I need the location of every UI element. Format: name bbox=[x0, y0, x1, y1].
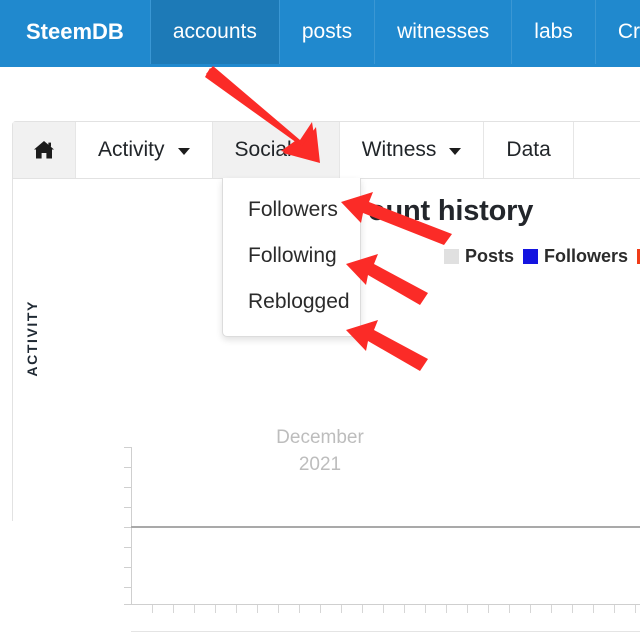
dropdown-item-following-label: Following bbox=[248, 244, 337, 267]
legend-entry-posts[interactable]: Posts bbox=[444, 246, 514, 267]
chevron-down-icon bbox=[304, 148, 317, 155]
legend-entry-followers[interactable]: Followers bbox=[523, 246, 628, 267]
chevron-down-icon bbox=[449, 148, 462, 155]
legend-swatch-followers bbox=[523, 249, 539, 264]
chart-zero-line bbox=[131, 526, 640, 528]
tab-witness[interactable]: Witness bbox=[339, 122, 485, 178]
social-dropdown-menu: Followers Following Reblogged bbox=[222, 178, 361, 337]
nav-item-accounts-label: accounts bbox=[172, 20, 257, 43]
dropdown-item-reblogged-label: Reblogged bbox=[248, 290, 350, 313]
x-axis-tick bbox=[551, 605, 552, 613]
y-axis-tick bbox=[124, 527, 131, 528]
x-axis-tick bbox=[404, 605, 405, 613]
nav-item-witnesses-label: witnesses bbox=[397, 20, 490, 43]
tab-witness-label: Witness bbox=[361, 138, 437, 161]
x-axis-tick bbox=[635, 605, 636, 613]
legend-label-posts: Posts bbox=[465, 246, 515, 266]
chart-legend: Posts Followers bbox=[444, 246, 640, 267]
y-axis-tick bbox=[124, 604, 131, 605]
y-axis-tick bbox=[124, 567, 131, 568]
nav-item-posts[interactable]: posts bbox=[280, 0, 376, 64]
tab-social[interactable]: Social bbox=[212, 122, 340, 178]
x-axis-tick bbox=[425, 605, 426, 613]
x-axis-tick bbox=[446, 605, 447, 613]
x-axis-tick bbox=[572, 605, 573, 613]
x-axis-tick bbox=[530, 605, 531, 613]
tab-data[interactable]: Data bbox=[484, 122, 574, 178]
x-axis-tick bbox=[320, 605, 321, 613]
x-axis-label-year: 2021 bbox=[298, 454, 342, 475]
x-axis-line bbox=[131, 604, 640, 605]
tabstrip-filler bbox=[573, 122, 640, 178]
nav-item-posts-label: posts bbox=[301, 20, 353, 43]
dropdown-item-reblogged[interactable]: Reblogged bbox=[223, 279, 360, 325]
legend-swatch-posts bbox=[444, 249, 459, 264]
y-axis-tick bbox=[124, 487, 131, 488]
x-axis-tick bbox=[383, 605, 384, 613]
x-axis-tick bbox=[236, 605, 237, 613]
x-axis-tick bbox=[467, 605, 468, 613]
chart-title: ount history bbox=[368, 195, 534, 227]
x-axis-label-month: December bbox=[276, 427, 364, 448]
x-axis-tick bbox=[152, 605, 153, 613]
x-axis-tick bbox=[488, 605, 489, 613]
x-axis-tick bbox=[299, 605, 300, 613]
x-axis-tick bbox=[215, 605, 216, 613]
y-axis-tick bbox=[124, 547, 131, 548]
x-axis-tick bbox=[362, 605, 363, 613]
nav-item-create[interactable]: Cre bbox=[596, 0, 640, 64]
dropdown-item-followers-label: Followers bbox=[248, 198, 338, 221]
tab-data-label: Data bbox=[506, 138, 551, 161]
nav-item-create-label: Cre bbox=[617, 20, 640, 43]
x-axis-tick bbox=[341, 605, 342, 613]
nav-item-accounts[interactable]: accounts bbox=[150, 0, 280, 64]
x-axis-tick bbox=[593, 605, 594, 613]
x-axis-tick bbox=[194, 605, 195, 613]
x-axis-tick bbox=[257, 605, 258, 613]
legend-label-followers: Followers bbox=[544, 246, 629, 266]
y-axis-tick bbox=[124, 587, 131, 588]
x-axis-tick bbox=[278, 605, 279, 613]
x-axis-tick bbox=[509, 605, 510, 613]
tab-social-label: Social bbox=[234, 138, 292, 161]
nav-item-labs-label: labs bbox=[534, 20, 573, 43]
chevron-down-icon bbox=[177, 148, 190, 155]
dropdown-item-followers[interactable]: Followers bbox=[223, 187, 360, 233]
nav-item-labs[interactable]: labs bbox=[512, 0, 596, 64]
dropdown-item-following[interactable]: Following bbox=[223, 233, 360, 279]
x-axis-tick bbox=[173, 605, 174, 613]
x-axis-tick bbox=[614, 605, 615, 613]
nav-item-witnesses[interactable]: witnesses bbox=[375, 0, 513, 64]
y-axis-tick bbox=[124, 507, 131, 508]
